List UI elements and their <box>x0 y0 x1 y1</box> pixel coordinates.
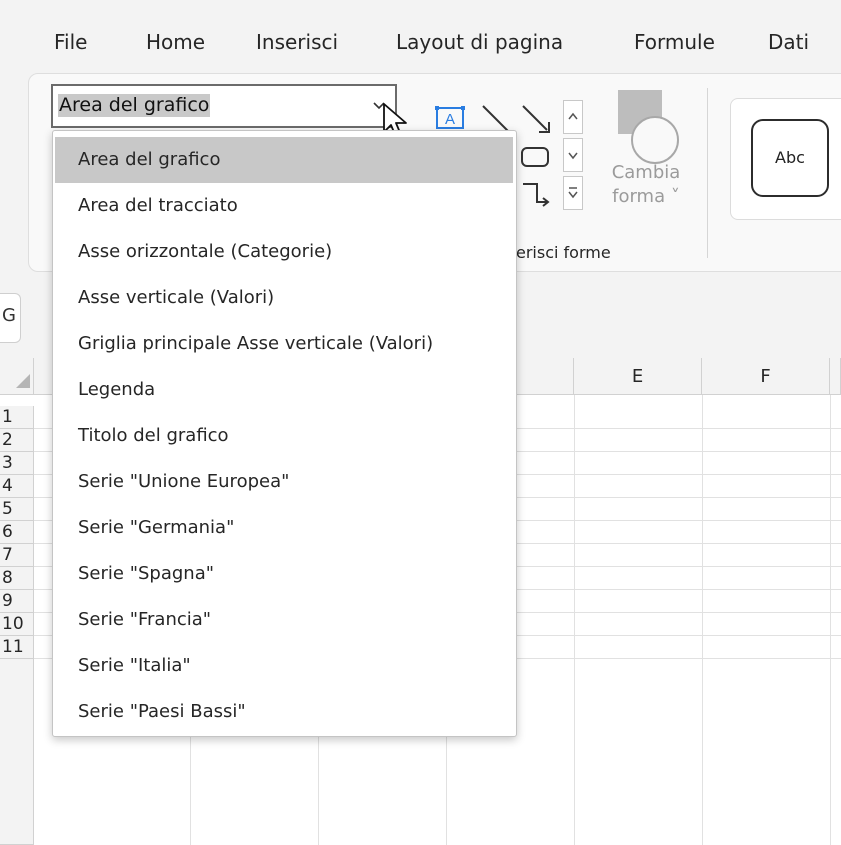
name-box-text: G <box>2 305 16 326</box>
tab-file[interactable]: File <box>54 30 87 54</box>
dropdown-item-vertical-gridlines[interactable]: Griglia principale Asse verticale (Valor… <box>55 321 513 367</box>
column-gridline <box>574 395 575 845</box>
row-header-6[interactable]: 6 <box>0 521 34 544</box>
shapes-gallery-scroll <box>563 100 585 212</box>
elbow-connector-shape-icon[interactable] <box>519 180 553 210</box>
row-header-2[interactable]: 2 <box>0 429 34 452</box>
column-gridline <box>702 395 703 845</box>
column-header-e[interactable]: E <box>574 358 702 395</box>
menu-bar: File Home Inserisci Layout di pagina For… <box>0 0 841 80</box>
dropdown-item-series-germany[interactable]: Serie "Germania" <box>55 505 513 551</box>
row-header-8[interactable]: 8 <box>0 567 34 590</box>
tab-home[interactable]: Home <box>146 30 205 54</box>
dropdown-item-legend[interactable]: Legenda <box>55 367 513 413</box>
row-header-1[interactable]: 1 <box>0 406 34 429</box>
ribbon-divider <box>707 88 708 258</box>
select-all-triangle-icon <box>16 374 30 388</box>
row-header-rest <box>0 659 34 845</box>
row-header-4[interactable]: 4 <box>0 475 34 498</box>
tab-formulas[interactable]: Formule <box>634 30 715 54</box>
insert-shapes-group-label: erisci forme <box>516 243 611 262</box>
svg-text:A: A <box>445 111 455 128</box>
dropdown-item-series-netherlands[interactable]: Serie "Paesi Bassi" <box>55 689 513 735</box>
change-shape-label-2: forma ˅ <box>612 186 680 207</box>
shape-style-sample[interactable]: Abc <box>751 119 829 197</box>
rounded-rectangle-shape-icon[interactable] <box>519 144 553 170</box>
more-shapes-icon[interactable] <box>563 176 583 210</box>
chart-element-selector-value: Area del grafico <box>58 94 211 117</box>
chart-elements-dropdown: Area del grafico Area del tracciato Asse… <box>52 130 517 737</box>
tab-insert[interactable]: Inserisci <box>256 30 338 54</box>
dropdown-item-plot-area[interactable]: Area del tracciato <box>55 183 513 229</box>
dropdown-item-horizontal-axis[interactable]: Asse orizzontale (Categorie) <box>55 229 513 275</box>
textbox-shape-icon[interactable]: A <box>434 103 468 133</box>
dropdown-item-series-eu[interactable]: Serie "Unione Europea" <box>55 459 513 505</box>
row-header-9[interactable]: 9 <box>0 590 34 613</box>
row-header-5[interactable]: 5 <box>0 498 34 521</box>
row-header-3[interactable]: 3 <box>0 452 34 475</box>
tab-data[interactable]: Dati <box>768 30 809 54</box>
dropdown-item-vertical-axis[interactable]: Asse verticale (Valori) <box>55 275 513 321</box>
row-header-7[interactable]: 7 <box>0 544 34 567</box>
tab-page-layout[interactable]: Layout di pagina <box>396 30 563 54</box>
scroll-up-icon[interactable] <box>563 100 583 134</box>
dropdown-item-series-france[interactable]: Serie "Francia" <box>55 597 513 643</box>
arrow-line-shape-icon[interactable] <box>519 102 553 136</box>
scroll-down-icon[interactable] <box>563 138 583 172</box>
dropdown-item-series-spain[interactable]: Serie "Spagna" <box>55 551 513 597</box>
dropdown-item-chart-title[interactable]: Titolo del grafico <box>55 413 513 459</box>
chart-element-selector[interactable]: Area del grafico <box>51 84 397 128</box>
row-header-10[interactable]: 10 <box>0 613 34 636</box>
column-header-f[interactable]: F <box>702 358 830 395</box>
column-gridline <box>830 395 831 845</box>
change-shape-label: Cambia <box>611 162 681 183</box>
row-header-11[interactable]: 11 <box>0 636 34 659</box>
dropdown-item-chart-area[interactable]: Area del grafico <box>55 137 513 183</box>
column-header-g[interactable] <box>830 358 841 395</box>
dropdown-item-series-italy[interactable]: Serie "Italia" <box>55 643 513 689</box>
